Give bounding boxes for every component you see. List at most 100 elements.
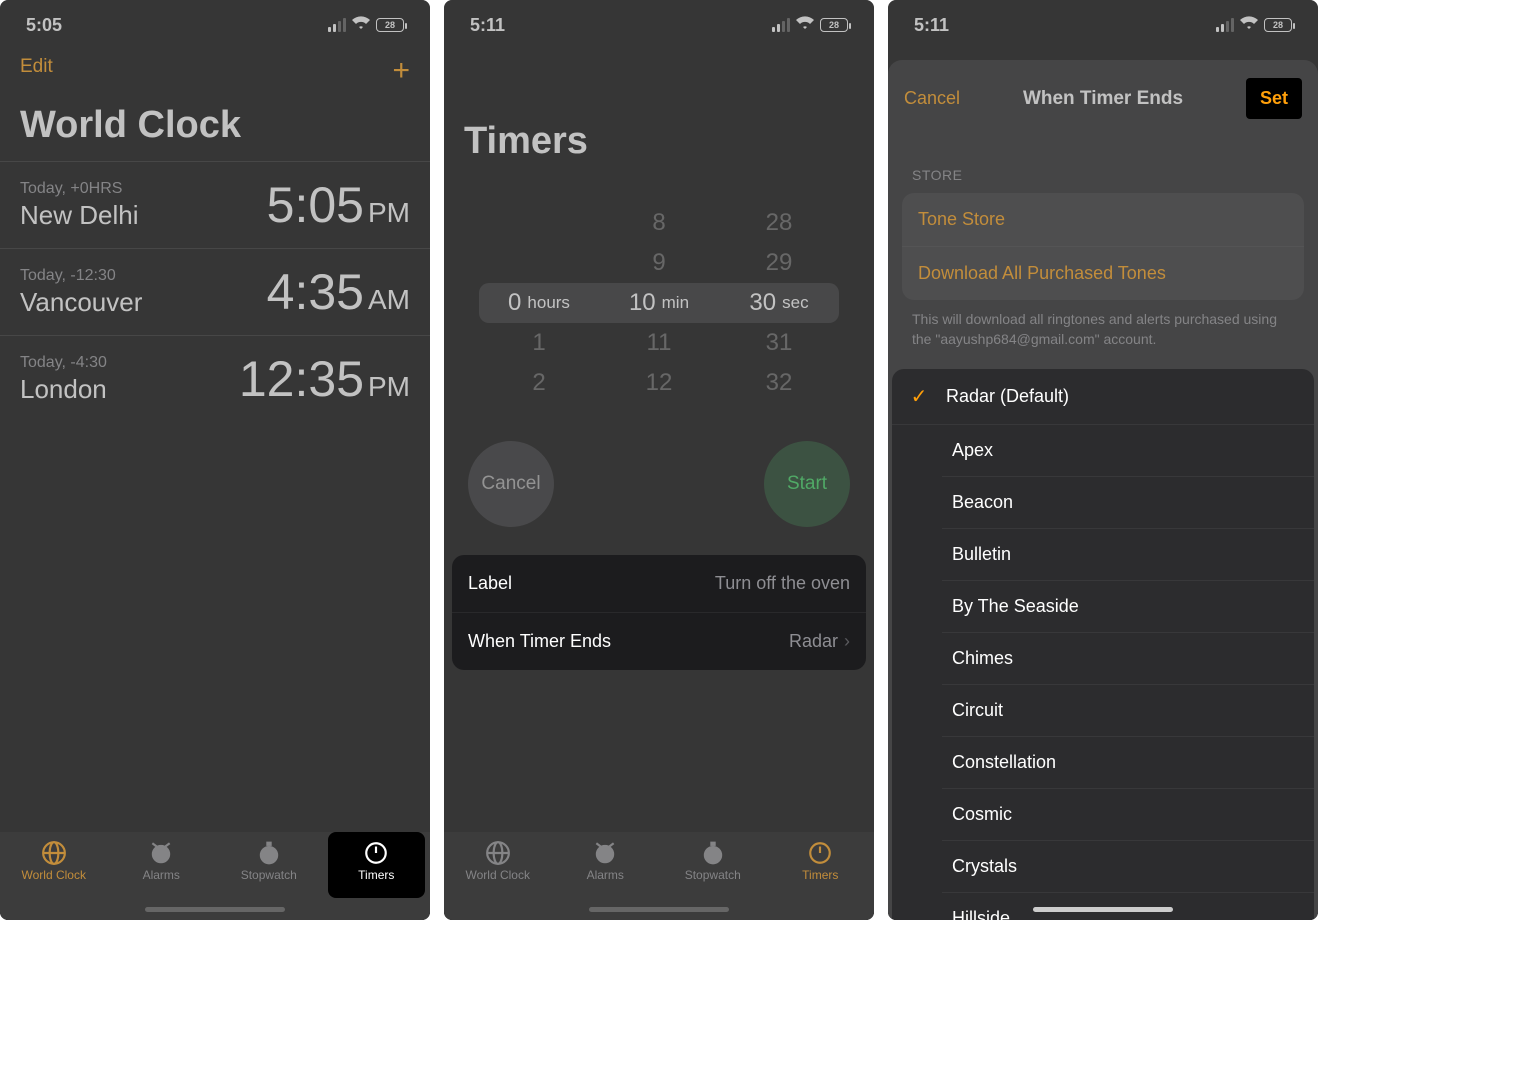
clock-city: New Delhi	[20, 200, 139, 231]
chevron-right-icon: ›	[844, 631, 850, 652]
tab-label: Alarms	[143, 868, 180, 882]
tone-label: Beacon	[952, 492, 1013, 513]
home-indicator[interactable]	[1033, 907, 1173, 912]
clock-city: Vancouver	[20, 287, 142, 318]
tab-label: Stopwatch	[241, 868, 297, 882]
cellular-icon	[328, 18, 346, 32]
tone-label: Chimes	[952, 648, 1013, 669]
tone-item[interactable]: Circuit	[942, 685, 1314, 737]
clock-offset: Today, +0HRS	[20, 180, 139, 198]
clock-offset: Today, -12:30	[20, 267, 142, 285]
home-indicator[interactable]	[589, 907, 729, 912]
tab-stopwatch[interactable]: Stopwatch	[215, 840, 323, 882]
clock-ampm: AM	[368, 284, 410, 316]
tone-label: Bulletin	[952, 544, 1011, 565]
tone-label: Radar (Default)	[946, 386, 1069, 407]
tone-label: Cosmic	[952, 804, 1012, 825]
store-footer: This will download all ringtones and ale…	[888, 300, 1318, 369]
wifi-icon	[1240, 16, 1258, 35]
tone-item[interactable]: Constellation	[942, 737, 1314, 789]
globe-icon	[485, 840, 511, 866]
status-bar: 5:11 28	[888, 0, 1318, 50]
checkmark-icon: ✓	[908, 384, 930, 409]
store-header: STORE	[888, 137, 1318, 193]
tab-label: Timers	[802, 868, 838, 882]
status-time: 5:11	[470, 15, 505, 36]
clock-time: 12:35	[239, 350, 364, 408]
tab-alarms[interactable]: Alarms	[108, 840, 216, 882]
tab-timers[interactable]: Timers	[767, 840, 875, 882]
tone-list: ✓ Radar (Default) Apex Beacon Bulletin B…	[892, 369, 1314, 920]
cellular-icon	[1216, 18, 1234, 32]
tone-item[interactable]: Chimes	[942, 633, 1314, 685]
tab-alarms[interactable]: Alarms	[552, 840, 660, 882]
set-button[interactable]: Set	[1246, 78, 1302, 119]
tab-label: Alarms	[587, 868, 624, 882]
status-time: 5:05	[26, 15, 62, 36]
stopwatch-icon	[256, 840, 282, 866]
clock-time: 4:35	[267, 263, 364, 321]
clock-time: 5:05	[267, 176, 364, 234]
globe-icon	[41, 840, 67, 866]
stopwatch-icon	[700, 840, 726, 866]
modal-title: When Timer Ends	[1023, 88, 1183, 110]
tone-item[interactable]: Beacon	[942, 477, 1314, 529]
timer-icon	[363, 840, 389, 866]
status-time: 5:11	[914, 15, 949, 36]
tone-label: Hillside	[952, 908, 1010, 920]
clock-ampm: PM	[368, 371, 410, 403]
picker-column-seconds[interactable]: 27 28 29 30sec 31 32	[719, 193, 839, 413]
tab-label: World Clock	[466, 868, 530, 882]
tone-item[interactable]: Bulletin	[942, 529, 1314, 581]
tab-worldclock[interactable]: World Clock	[0, 840, 108, 882]
status-bar: 5:05 28	[0, 0, 430, 50]
battery-icon: 28	[820, 18, 848, 32]
battery-icon: 28	[1264, 18, 1292, 32]
download-purchased-link[interactable]: Download All Purchased Tones	[902, 247, 1304, 300]
battery-icon: 28	[376, 18, 404, 32]
wifi-icon	[352, 16, 370, 35]
cancel-button[interactable]: Cancel	[468, 441, 554, 527]
tone-label: Circuit	[952, 700, 1003, 721]
tone-item[interactable]: ✓ Radar (Default)	[892, 369, 1314, 425]
clock-ampm: PM	[368, 197, 410, 229]
timer-options-list: Label Turn off the oven When Timer Ends …	[452, 555, 866, 670]
tab-label: World Clock	[22, 868, 86, 882]
store-group: Tone Store Download All Purchased Tones	[902, 193, 1304, 300]
tone-store-link[interactable]: Tone Store	[902, 193, 1304, 247]
picker-column-minutes[interactable]: 7 8 9 10min 11 12	[599, 193, 719, 413]
start-button[interactable]: Start	[764, 441, 850, 527]
when-timer-ends-cell[interactable]: When Timer Ends Radar ›	[452, 613, 866, 670]
tone-item[interactable]: Apex	[942, 425, 1314, 477]
picker-column-hours[interactable]: 0hours 1 2	[479, 193, 599, 413]
page-title: World Clock	[0, 86, 430, 161]
home-indicator[interactable]	[145, 907, 285, 912]
tone-item[interactable]: By The Seaside	[942, 581, 1314, 633]
world-clock-row[interactable]: Today, -12:30 Vancouver 4:35 AM	[0, 248, 430, 335]
cell-value: Turn off the oven	[715, 573, 850, 594]
time-picker[interactable]: 0hours 1 2 7 8 9 10min 11 12 27 28	[479, 193, 839, 413]
cellular-icon	[772, 18, 790, 32]
tab-stopwatch[interactable]: Stopwatch	[659, 840, 767, 882]
cancel-button[interactable]: Cancel	[904, 88, 960, 109]
cell-value: Radar	[789, 631, 838, 652]
label-cell[interactable]: Label Turn off the oven	[452, 555, 866, 613]
tone-item[interactable]: Cosmic	[942, 789, 1314, 841]
tab-worldclock[interactable]: World Clock	[444, 840, 552, 882]
edit-button[interactable]: Edit	[20, 56, 53, 86]
tab-label: Timers	[358, 868, 394, 882]
screen-when-timer-ends: 5:11 28 Cancel When Timer Ends Set STORE…	[888, 0, 1318, 920]
add-button[interactable]: +	[392, 56, 410, 86]
clock-city: London	[20, 374, 107, 405]
status-bar: 5:11 28	[444, 0, 874, 50]
cell-key: When Timer Ends	[468, 631, 611, 652]
tone-item[interactable]: Crystals	[942, 841, 1314, 893]
screen-world-clock: 5:05 28 Edit + World Clock Today, +0HRS …	[0, 0, 430, 920]
tone-label: By The Seaside	[952, 596, 1079, 617]
tone-label: Constellation	[952, 752, 1056, 773]
tone-label: Crystals	[952, 856, 1017, 877]
world-clock-row[interactable]: Today, -4:30 London 12:35 PM	[0, 335, 430, 422]
tab-timers[interactable]: Timers	[323, 840, 431, 882]
clock-offset: Today, -4:30	[20, 354, 107, 372]
world-clock-row[interactable]: Today, +0HRS New Delhi 5:05 PM	[0, 161, 430, 248]
